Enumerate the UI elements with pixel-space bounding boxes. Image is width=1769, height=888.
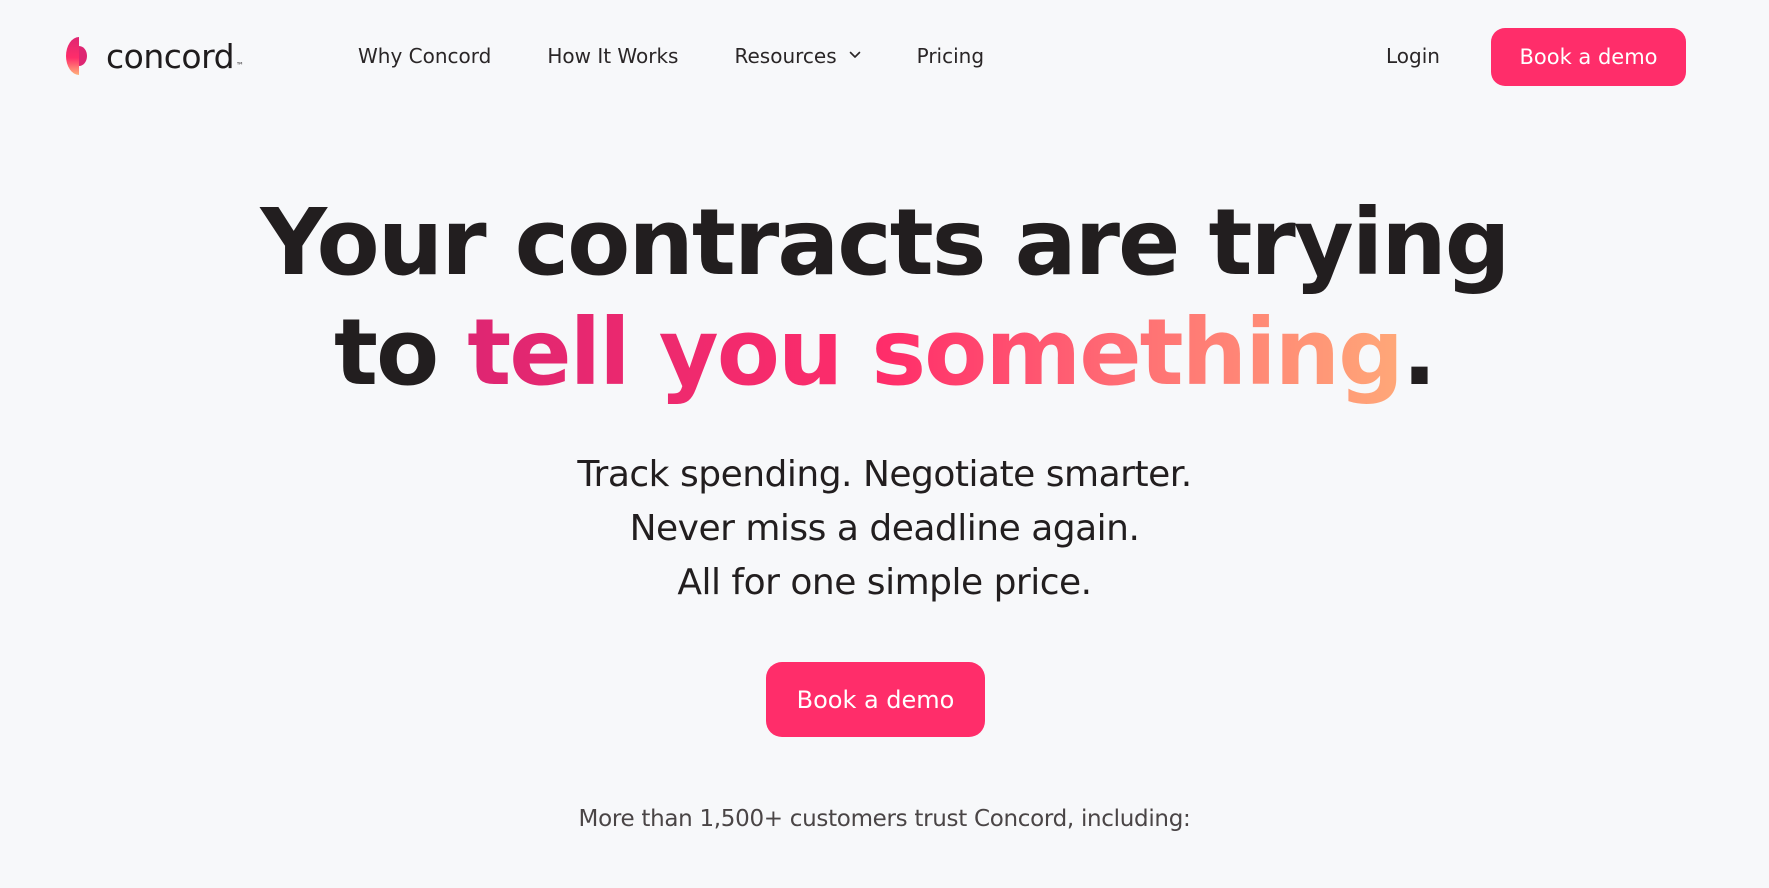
- nav-item-label: How It Works: [547, 44, 679, 68]
- brand-name: concord: [106, 36, 235, 76]
- hero-book-demo-button[interactable]: Book a demo: [766, 662, 985, 737]
- main-nav: Why Concord How It Works Resources Prici…: [358, 40, 1040, 72]
- subtitle-line-3: All for one simple price.: [677, 562, 1092, 603]
- customer-trust-text: More than 1,500+ customers trust Concord…: [578, 806, 1191, 832]
- hero-headline-line-1: Your contracts are trying: [260, 189, 1510, 296]
- chevron-down-icon: [849, 51, 860, 58]
- subtitle-line-1: Track spending. Negotiate smarter.: [577, 454, 1192, 495]
- headline-prefix: to: [334, 299, 468, 406]
- concord-logo-icon: [66, 37, 87, 75]
- nav-pricing[interactable]: Pricing: [917, 44, 984, 68]
- header-book-demo-button[interactable]: Book a demo: [1491, 28, 1686, 86]
- brand-trademark: ™: [236, 61, 245, 70]
- nav-item-label: Pricing: [916, 44, 985, 68]
- nav-item-label: Resources: [734, 44, 837, 68]
- nav-item-label: Why Concord: [358, 44, 492, 68]
- headline-accent: tell you something: [467, 299, 1404, 406]
- hero-headline-line-2: to tell you something.: [0, 298, 1769, 408]
- nav-resources-dropdown[interactable]: Resources: [734, 44, 860, 68]
- hero-subtitle: Track spending. Negotiate smarter. Never…: [0, 448, 1769, 610]
- nav-how-it-works[interactable]: How It Works: [547, 44, 678, 68]
- subtitle-line-2: Never miss a deadline again.: [629, 508, 1140, 549]
- hero-headline: Your contracts are trying to tell you so…: [0, 188, 1769, 408]
- login-link[interactable]: Login: [1386, 40, 1440, 72]
- headline-suffix: .: [1402, 299, 1437, 406]
- site-header: concord ™ Why Concord How It Works Resou…: [0, 0, 1769, 112]
- nav-why-concord[interactable]: Why Concord: [358, 44, 491, 68]
- brand-logo[interactable]: concord ™: [64, 34, 244, 78]
